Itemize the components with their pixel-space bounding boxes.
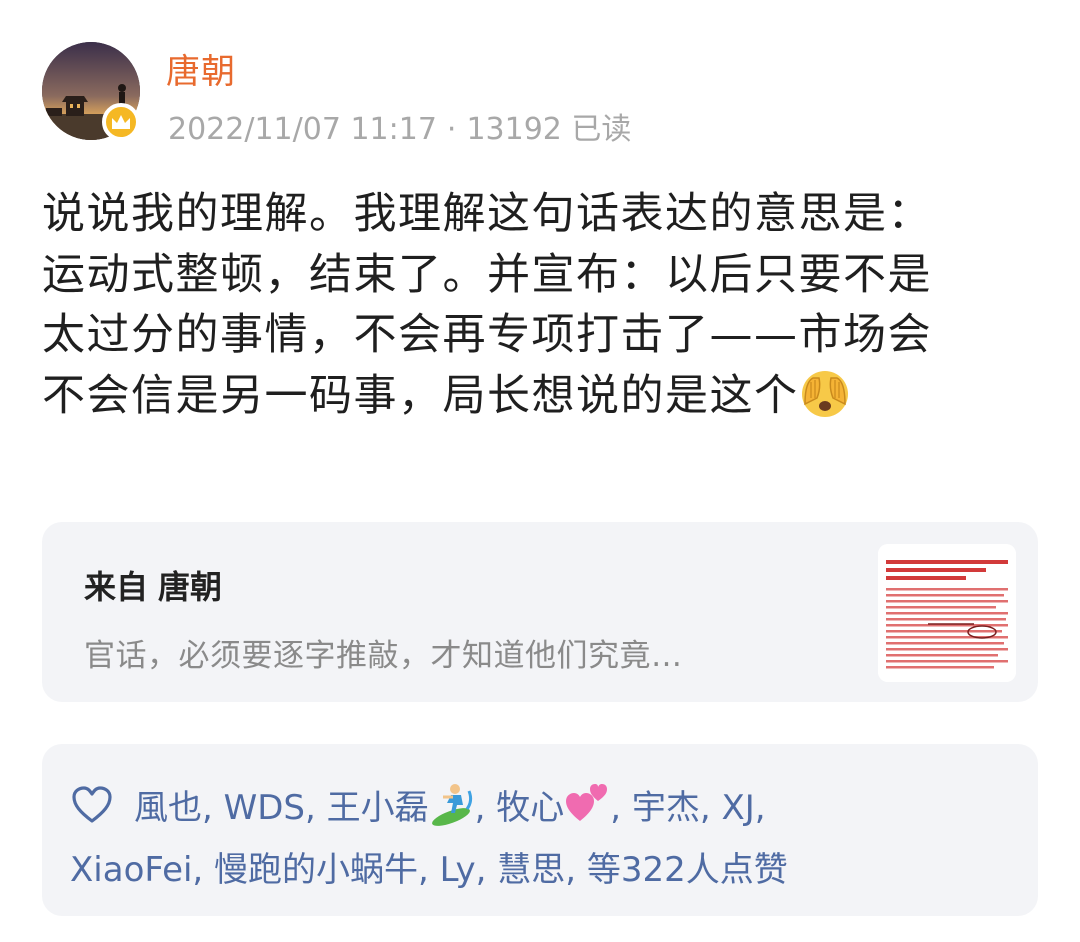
post-body-line: 运动式整顿，结束了。并宣布：以后只要不是	[42, 249, 932, 300]
source-from-label: 来自	[84, 568, 149, 606]
face-with-hands-over-eyes-icon	[799, 368, 851, 420]
two-hearts-emoji-icon	[564, 781, 610, 827]
source-author[interactable]: 唐朝	[158, 568, 222, 606]
post-body-line: 太过分的事情，不会再专项打击了——市场会	[42, 310, 932, 360]
source-card[interactable]: 来自 唐朝 官话，必须要逐字推敲，才知道他们究竟…	[42, 522, 1038, 702]
likes-names-a[interactable]: 風也, WDS, 王小磊	[134, 788, 429, 828]
post-meta: 2022/11/07 11:17 · 13192 已读	[168, 104, 631, 148]
post-date: 2022/11/07 11:17	[168, 112, 437, 147]
post-body: 说说我的理解。我理解这句话表达的意思是： 运动式整顿，结束了。并宣布：以后只要不…	[42, 184, 1052, 426]
source-snippet: 官话，必须要逐字推敲，才知道他们究竟…	[84, 638, 683, 674]
surfer-emoji-icon	[429, 781, 475, 827]
post-header: 唐朝 2022/11/07 11:17 · 13192 已读	[0, 0, 1080, 160]
source-from: 来自 唐朝	[84, 562, 222, 608]
likes-card: 風也, WDS, 王小磊 , 牧心 , 宇杰, XJ, XiaoFei, 慢跑的…	[42, 744, 1038, 916]
likes-line-2[interactable]: XiaoFei, 慢跑的小蜗牛, Ly, 慧思, 等322人点赞	[70, 842, 788, 891]
author-name[interactable]: 唐朝	[166, 44, 236, 93]
read-count: 13192 已读	[466, 112, 632, 147]
news-article-thumbnail[interactable]	[878, 544, 1016, 682]
heart-outline-icon[interactable]	[70, 785, 114, 825]
likes-line-1: 風也, WDS, 王小磊 , 牧心 , 宇杰, XJ,	[70, 780, 766, 829]
likes-names-c[interactable]: , 宇杰, XJ,	[610, 788, 765, 828]
meta-separator: ·	[446, 112, 457, 147]
post-body-line-last: 不会信是另一码事，局长想说的是这个	[42, 366, 1052, 427]
post-body-line: 说说我的理解。我理解这句话表达的意思是：	[42, 189, 932, 239]
likes-names-b[interactable]: , 牧心	[475, 788, 565, 828]
post-body-line-text: 不会信是另一码事，局长想说的是这个	[42, 370, 799, 421]
crown-icon	[102, 103, 140, 141]
